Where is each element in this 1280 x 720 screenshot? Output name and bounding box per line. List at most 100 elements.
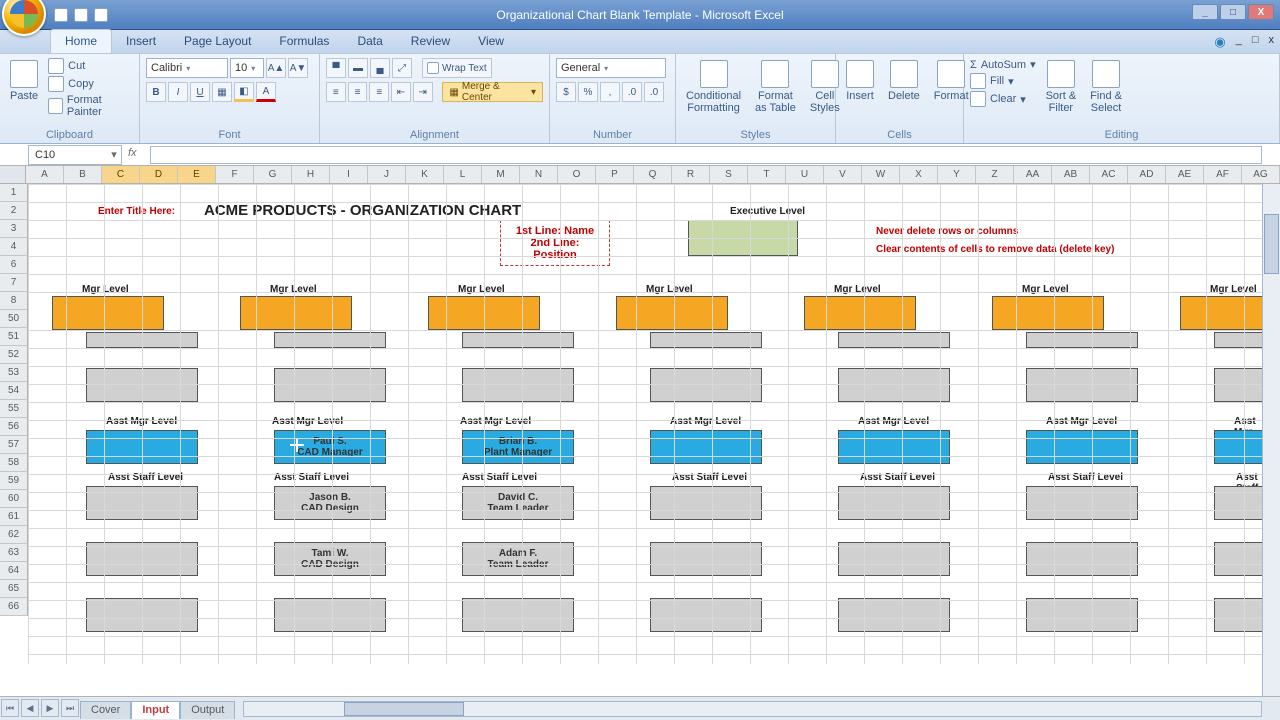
row-header-2[interactable]: 2 [0, 202, 28, 220]
tab-nav-next[interactable]: ▶ [41, 699, 59, 717]
align-middle-button[interactable]: ▬ [348, 58, 368, 78]
col-header-B[interactable]: B [64, 166, 102, 183]
row-header-50[interactable]: 50 [0, 310, 28, 328]
align-right-button[interactable]: ≡ [369, 82, 389, 102]
row-header-64[interactable]: 64 [0, 562, 28, 580]
staff3-box-6[interactable] [1214, 598, 1262, 632]
row-header-59[interactable]: 59 [0, 472, 28, 490]
underline-button[interactable]: U [190, 82, 210, 102]
staff2-box-3[interactable] [650, 542, 762, 576]
col-header-P[interactable]: P [596, 166, 634, 183]
cut-button[interactable]: Cut [48, 58, 85, 74]
name-box[interactable]: C10▾ [28, 145, 122, 165]
col-header-AG[interactable]: AG [1242, 166, 1280, 183]
row-header-63[interactable]: 63 [0, 544, 28, 562]
tab-nav-prev[interactable]: ◀ [21, 699, 39, 717]
insert-cells-button[interactable]: Insert [842, 58, 878, 104]
col-header-S[interactable]: S [710, 166, 748, 183]
col-header-I[interactable]: I [330, 166, 368, 183]
vertical-scrollbar[interactable] [1262, 184, 1280, 696]
shrink-font-button[interactable]: A▼ [288, 58, 308, 78]
currency-button[interactable]: $ [556, 82, 576, 102]
staff3-box-5[interactable] [1026, 598, 1138, 632]
row-header-3[interactable]: 3 [0, 220, 28, 238]
sheet-surface[interactable]: Enter Title Here: ACME PRODUCTS - ORGANI… [28, 184, 1262, 696]
horizontal-scrollbar[interactable] [243, 701, 1262, 717]
row-header-56[interactable]: 56 [0, 418, 28, 436]
sheet-tab-output[interactable]: Output [180, 701, 235, 719]
row-header-57[interactable]: 57 [0, 436, 28, 454]
gray-mid-5[interactable] [1026, 368, 1138, 402]
col-header-Z[interactable]: Z [976, 166, 1014, 183]
minimize-ribbon-icon[interactable]: _ [1236, 34, 1242, 50]
align-left-button[interactable]: ≡ [326, 82, 346, 102]
col-header-N[interactable]: N [520, 166, 558, 183]
increase-indent-button[interactable]: ⇥ [413, 82, 433, 102]
col-header-O[interactable]: O [558, 166, 596, 183]
sort-filter-button[interactable]: Sort & Filter [1042, 58, 1081, 116]
tab-nav-last[interactable]: ⏭ [61, 699, 79, 717]
col-header-K[interactable]: K [406, 166, 444, 183]
col-header-AB[interactable]: AB [1052, 166, 1090, 183]
row-header-51[interactable]: 51 [0, 328, 28, 346]
asst-mgr-box-2[interactable]: Brian B.Plant Manager [462, 430, 574, 464]
col-header-AC[interactable]: AC [1090, 166, 1128, 183]
staff2-box-6[interactable] [1214, 542, 1262, 576]
chart-title[interactable]: ACME PRODUCTS - ORGANIZATION CHART [204, 202, 521, 219]
tab-page-layout[interactable]: Page Layout [170, 30, 265, 53]
col-header-D[interactable]: D [140, 166, 178, 183]
gray-mid-4[interactable] [838, 368, 950, 402]
row-header-55[interactable]: 55 [0, 400, 28, 418]
row-header-65[interactable]: 65 [0, 580, 28, 598]
row-header-61[interactable]: 61 [0, 508, 28, 526]
gray-mid-2[interactable] [462, 368, 574, 402]
clear-button[interactable]: Clear ▾ [970, 91, 1026, 107]
row-header-62[interactable]: 62 [0, 526, 28, 544]
gray-mid-6[interactable] [1214, 368, 1262, 402]
row-header-54[interactable]: 54 [0, 382, 28, 400]
row-header-53[interactable]: 53 [0, 364, 28, 382]
format-painter-button[interactable]: Format Painter [48, 94, 133, 118]
tab-data[interactable]: Data [343, 30, 396, 53]
gray-top-5[interactable] [1026, 332, 1138, 348]
align-center-button[interactable]: ≡ [348, 82, 368, 102]
row-header-60[interactable]: 60 [0, 490, 28, 508]
font-color-button[interactable]: A [256, 82, 276, 102]
row-header-4[interactable]: 4 [0, 238, 28, 256]
orientation-button[interactable]: ⤢ [392, 58, 412, 78]
col-header-AF[interactable]: AF [1204, 166, 1242, 183]
col-header-E[interactable]: E [178, 166, 216, 183]
decrease-decimal-button[interactable]: .0 [644, 82, 664, 102]
col-header-G[interactable]: G [254, 166, 292, 183]
formula-input[interactable] [150, 146, 1262, 164]
number-format-combo[interactable]: General [556, 58, 666, 78]
gray-top-2[interactable] [462, 332, 574, 348]
close-button[interactable]: X [1248, 4, 1274, 20]
fx-icon[interactable]: fx [128, 147, 144, 163]
maximize-button[interactable]: □ [1220, 4, 1246, 20]
italic-button[interactable]: I [168, 82, 188, 102]
tab-insert[interactable]: Insert [112, 30, 170, 53]
mgr-box-4[interactable] [804, 296, 916, 330]
col-header-M[interactable]: M [482, 166, 520, 183]
grow-font-button[interactable]: A▲ [266, 58, 286, 78]
mgr-box-5[interactable] [992, 296, 1104, 330]
tab-nav-first[interactable]: ⏮ [1, 699, 19, 717]
vscroll-thumb[interactable] [1264, 214, 1279, 274]
col-header-Q[interactable]: Q [634, 166, 672, 183]
col-header-A[interactable]: A [26, 166, 64, 183]
staff3-box-3[interactable] [650, 598, 762, 632]
col-header-U[interactable]: U [786, 166, 824, 183]
asst-mgr-box-3[interactable] [650, 430, 762, 464]
mgr-box-0[interactable] [52, 296, 164, 330]
col-header-X[interactable]: X [900, 166, 938, 183]
gray-top-3[interactable] [650, 332, 762, 348]
fill-color-button[interactable]: ◧ [234, 82, 254, 102]
col-header-AD[interactable]: AD [1128, 166, 1166, 183]
fill-button[interactable]: Fill ▾ [970, 73, 1014, 89]
col-header-J[interactable]: J [368, 166, 406, 183]
hscroll-thumb[interactable] [344, 702, 464, 716]
minimize-button[interactable]: _ [1192, 4, 1218, 20]
gray-top-4[interactable] [838, 332, 950, 348]
row-header-7[interactable]: 7 [0, 274, 28, 292]
